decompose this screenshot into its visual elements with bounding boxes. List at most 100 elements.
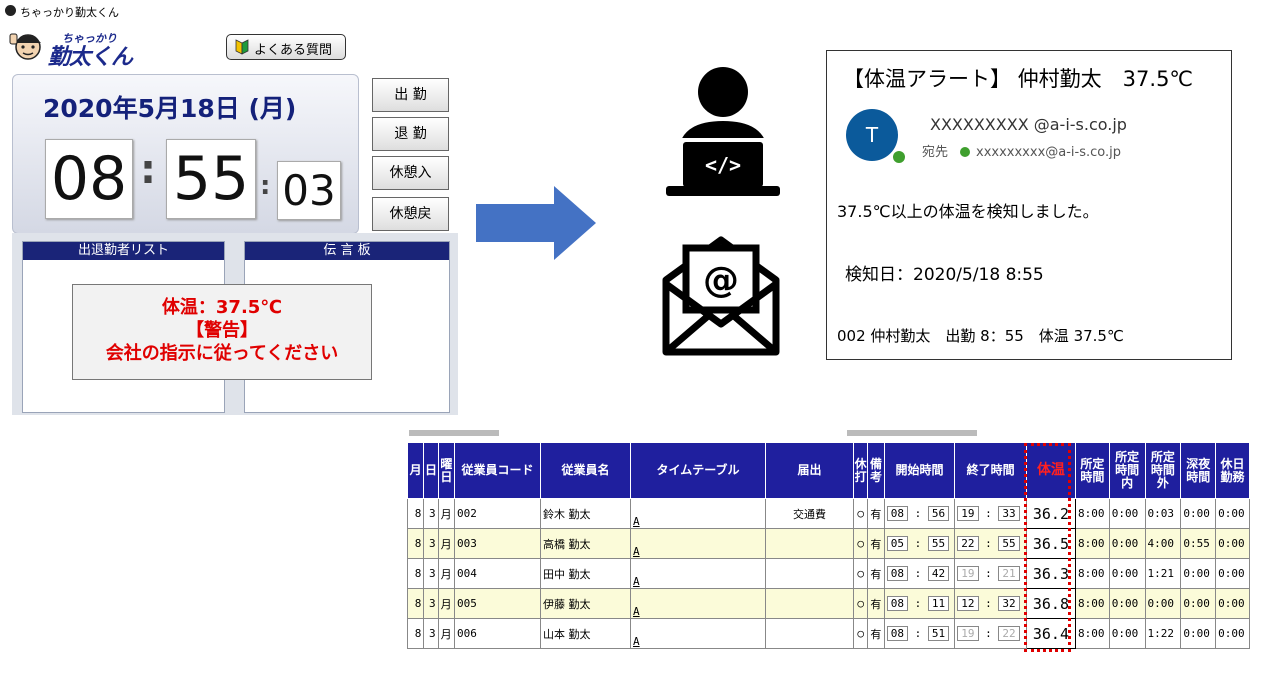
employee-name-cell: 田中 勤太 (539, 558, 632, 589)
temperature-warning-dialog: 体温：37.5℃ 【警告】 会社の指示に従ってください (72, 284, 372, 380)
warning-temperature: 体温：37.5℃ (161, 297, 283, 318)
employee-name-cell: 鈴木 勤太 (539, 498, 632, 529)
end-time[interactable]: 19 : 21 (954, 558, 1027, 589)
timetable-cell[interactable]: A (629, 618, 767, 649)
within-schedule-cell: 0:00 (1108, 618, 1146, 649)
month-cell: 8 (406, 498, 425, 529)
clock-seconds: 03 (277, 161, 341, 220)
end-time-hour-input[interactable]: 19 (957, 626, 979, 641)
faq-button[interactable]: よくある質問 (226, 34, 346, 60)
start-time[interactable]: 08 : 42 (883, 558, 956, 589)
clock-out-button[interactable]: 退 勤 (372, 117, 449, 151)
scheduled-hours-cell: 8:00 (1074, 588, 1110, 619)
recipient-label: 宛先 (922, 145, 949, 160)
warning-heading: 【警告】 (186, 320, 258, 341)
end-time-minute-input[interactable]: 21 (998, 566, 1020, 581)
overtime-cell: 4:00 (1144, 528, 1182, 559)
table-row[interactable]: 8 3 月 003 高橋 勤太 A ○ 有 05 : 55 22 : 55 36.5 8:00 0:00… (406, 528, 1250, 559)
day-cell: 3 (423, 618, 439, 649)
day-cell: 3 (423, 588, 439, 619)
time-separator: : (978, 567, 999, 580)
start-time[interactable]: 08 : 51 (883, 618, 956, 649)
end-time-minute-input[interactable]: 33 (998, 506, 1020, 521)
start-time-hour-input[interactable]: 08 (886, 506, 908, 521)
table-header-row: 月日曜日 従業員コード 従業員名 タイムテーブル 届出 休打 備考 開始時間 終了時間 体温 所定時… (406, 442, 1250, 499)
start-time-minute-input[interactable]: 55 (927, 536, 950, 551)
end-time-hour-input[interactable]: 22 (957, 536, 979, 551)
end-time[interactable]: 22 : 55 (954, 528, 1027, 559)
sender-avatar: T (846, 109, 898, 161)
body-temperature-cell: 36.2 (1025, 498, 1076, 529)
start-time-hour-input[interactable]: 05 (886, 536, 908, 551)
clock-in-button[interactable]: 出 勤 (372, 78, 449, 112)
time-separator: : (978, 597, 999, 610)
day-cell: 3 (423, 558, 439, 589)
notice-cell: 交通費 (765, 498, 855, 529)
sender-address: XXXXXXXXX @a-i-s.co.jp (930, 115, 1127, 134)
employee-code-cell: 003 (454, 528, 541, 559)
break-punch-cell: ○ (853, 498, 869, 529)
attendance-table-section: 月日曜日 従業員コード 従業員名 タイムテーブル 届出 休打 備考 開始時間 終了時間 体温 所定時… (406, 430, 1251, 654)
end-time-hour-input[interactable]: 12 (957, 596, 979, 611)
end-time[interactable]: 19 : 22 (954, 618, 1027, 649)
start-time[interactable]: 08 : 11 (883, 588, 956, 619)
recipient-status-icon (960, 147, 971, 157)
overtime-cell: 1:22 (1144, 618, 1182, 649)
brand-name: 勤太くん (48, 45, 133, 70)
body-temperature-cell: 36.4 (1025, 618, 1076, 649)
timetable-cell[interactable]: A (629, 528, 767, 559)
start-time-minute-input[interactable]: 51 (927, 626, 950, 641)
remarks-cell: 有 (867, 618, 885, 649)
month-cell: 8 (406, 558, 425, 589)
within-schedule-cell: 0:00 (1108, 588, 1146, 619)
table-row[interactable]: 8 3 月 006 山本 勤太 A ○ 有 08 : 51 19 : 22 36.4 8:00 0:00… (406, 618, 1250, 649)
overtime-cell: 0:03 (1144, 498, 1182, 529)
start-time-minute-input[interactable]: 11 (927, 596, 950, 611)
break-punch-cell: ○ (853, 588, 869, 619)
clock-colon: : (260, 171, 271, 201)
timetable-cell[interactable]: A (629, 498, 767, 529)
break-start-button[interactable]: 休憩入 (372, 156, 449, 190)
remarks-cell: 有 (867, 558, 885, 589)
column-header: 所定時間 (1074, 442, 1110, 499)
break-punch-cell: ○ (853, 618, 869, 649)
timetable-cell[interactable]: A (629, 558, 767, 589)
end-time-minute-input[interactable]: 55 (998, 536, 1020, 551)
start-time[interactable]: 08 : 56 (883, 498, 956, 529)
column-header: 従業員名 (539, 442, 632, 499)
month-cell: 8 (406, 528, 425, 559)
end-time[interactable]: 12 : 32 (954, 588, 1027, 619)
email-subject: 【体温アラート】 仲村勤太 37.5℃ (843, 67, 1194, 91)
start-time-hour-input[interactable]: 08 (886, 566, 908, 581)
table-row[interactable]: 8 3 月 002 鈴木 勤太 A 交通費 ○ 有 08 : 56 19 : 33 36.2 8:00 0… (406, 498, 1250, 529)
column-header: タイムテーブル (629, 442, 767, 499)
column-header: 曜日 (437, 442, 456, 499)
late-night-cell: 0:00 (1180, 558, 1217, 589)
start-time-hour-input[interactable]: 08 (886, 596, 908, 611)
time-separator: : (907, 507, 928, 520)
start-time-hour-input[interactable]: 08 (886, 626, 908, 641)
faq-label: よくある質問 (254, 43, 333, 58)
column-header: 休打 (853, 442, 869, 499)
end-time[interactable]: 19 : 33 (954, 498, 1027, 529)
late-night-cell: 0:55 (1180, 528, 1217, 559)
start-time-minute-input[interactable]: 42 (927, 566, 950, 581)
end-time-minute-input[interactable]: 22 (998, 626, 1020, 641)
weekday-cell: 月 (437, 558, 456, 589)
start-time[interactable]: 05 : 55 (883, 528, 956, 559)
column-header: 備考 (867, 442, 885, 499)
table-row[interactable]: 8 3 月 005 伊藤 勤太 A ○ 有 08 : 11 12 : 32 36.8 8:00 0:00… (406, 588, 1250, 619)
end-time-hour-input[interactable]: 19 (957, 566, 979, 581)
table-row[interactable]: 8 3 月 004 田中 勤太 A ○ 有 08 : 42 19 : 21 36.3 8:00 0:00… (406, 558, 1250, 589)
end-time-hour-input[interactable]: 19 (957, 506, 979, 521)
svg-text:</>: </> (705, 153, 741, 177)
end-time-minute-input[interactable]: 32 (998, 596, 1020, 611)
employee-code-cell: 006 (454, 618, 541, 649)
holiday-work-cell: 0:00 (1215, 618, 1250, 649)
timetable-cell[interactable]: A (629, 588, 767, 619)
scheduled-hours-cell: 8:00 (1074, 528, 1110, 559)
start-time-minute-input[interactable]: 56 (927, 506, 950, 521)
employee-name-cell: 山本 勤太 (539, 618, 632, 649)
time-separator: : (978, 627, 999, 640)
break-end-button[interactable]: 休憩戻 (372, 197, 449, 231)
